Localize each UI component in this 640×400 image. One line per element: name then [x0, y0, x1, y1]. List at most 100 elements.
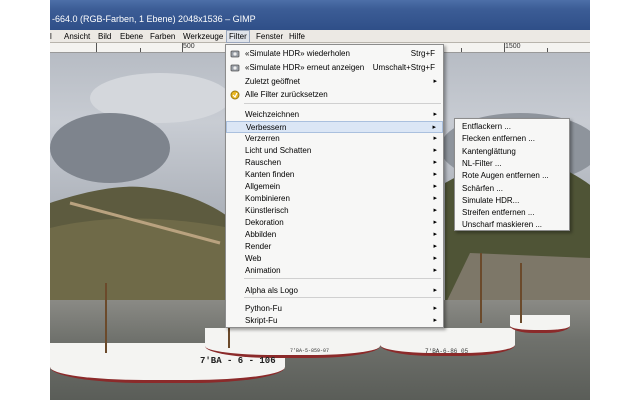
submenu-arrow-icon: ▸ — [433, 135, 437, 142]
filter-menu-label: Zuletzt geöffnet — [245, 77, 300, 86]
filter-menu-item-python-fu[interactable]: Python-Fu ▸ — [226, 303, 443, 315]
filter-menu-label: Alpha als Logo — [245, 286, 298, 295]
filter-menu-item-kunstlerisch[interactable]: Künstlerisch ▸ — [226, 205, 443, 217]
submenu-arrow-icon: ▸ — [433, 207, 437, 214]
submenu-item-label: Entflackern ... — [462, 122, 511, 131]
filter-menu-label: Kombinieren — [245, 194, 290, 203]
submenu-item-entflackern[interactable]: Entflackern ... — [455, 121, 569, 133]
filter-menu-item-alpha-als-logo[interactable]: Alpha als Logo ▸ — [226, 285, 443, 297]
submenu-arrow-icon: ▸ — [433, 267, 437, 274]
filter-menu-item-simulate-hdr-erneut-anzeigen[interactable]: «Simulate HDR» erneut anzeigen Umschalt+S… — [226, 62, 443, 74]
shortcut-label: Strg+F — [410, 49, 435, 58]
filter-menu-item-kanten-finden[interactable]: Kanten finden ▸ — [226, 169, 443, 181]
submenu-arrow-icon: ▸ — [433, 305, 437, 312]
menu-separator — [244, 297, 441, 298]
submenu-item-label: Kantenglättung — [462, 146, 516, 156]
menu-separator — [244, 278, 441, 279]
submenu-arrow-icon: ▸ — [433, 243, 437, 250]
filter-menu-label: «Simulate HDR» erneut anzeigen — [245, 63, 365, 72]
menu-werkzeuge[interactable]: Werkzeuge — [183, 32, 223, 41]
filter-menu-label: Weichzeichnen — [245, 110, 300, 119]
submenu-item-flecken-entfernen[interactable]: Flecken entfernen ... — [455, 133, 569, 145]
reshow-icon — [230, 63, 240, 73]
submenu-arrow-icon: ▸ — [433, 159, 437, 166]
filter-menu-label: Alle Filter zurücksetzen — [245, 90, 328, 99]
filter-menu-item-zuletzt-geoffnet[interactable]: Zuletzt geöffnet ▸ — [226, 76, 443, 88]
submenu-item-streifen-entfernen[interactable]: Streifen entfernen ... — [455, 207, 569, 219]
title-bar: -664.0 (RGB-Farben, 1 Ebene) 2048x1536 –… — [50, 0, 590, 30]
filter-menu-item-allgemein[interactable]: Allgemein ▸ — [226, 181, 443, 193]
submenu-item-label: Rote Augen entfernen ... — [462, 171, 549, 181]
filter-menu-label: Dekoration — [245, 218, 284, 227]
menu-separator — [244, 103, 441, 104]
menu-ansicht[interactable]: Ansicht — [64, 32, 90, 41]
filter-menu-label: Kanten finden — [245, 170, 295, 179]
menu-partial[interactable]: l — [50, 32, 52, 41]
menu-fenster[interactable]: Fenster — [256, 32, 283, 41]
filter-menu-item-kombinieren[interactable]: Kombinieren ▸ — [226, 193, 443, 205]
filter-menu-item-abbilden[interactable]: Abbilden ▸ — [226, 229, 443, 241]
submenu-item-label: Schärfen ... — [462, 183, 503, 193]
submenu-arrow-icon: ▸ — [433, 171, 437, 178]
filter-menu-label: Verbessern — [246, 123, 287, 132]
submenu-arrow-icon: ▸ — [433, 111, 437, 118]
filter-menu-item-skript-fu[interactable]: Skript-Fu ▸ — [226, 315, 443, 327]
ruler-mark-500: 500 — [183, 43, 195, 50]
filter-menu-item-dekoration[interactable]: Dekoration ▸ — [226, 217, 443, 229]
filter-menu-label: Rauschen — [245, 158, 282, 167]
submenu-item-label: Unscharf maskieren ... — [462, 220, 543, 230]
filter-menu-label: Künstlerisch — [245, 206, 289, 215]
submenu-arrow-icon: ▸ — [433, 195, 437, 202]
repeat-icon — [230, 49, 240, 59]
filter-menu-item-verzerren[interactable]: Verzerren ▸ — [226, 133, 443, 145]
submenu-item-simulate-hdr[interactable]: Simulate HDR... — [455, 195, 569, 207]
window-title: -664.0 (RGB-Farben, 1 Ebene) 2048x1536 –… — [52, 14, 256, 24]
submenu-item-unscharf-maskieren[interactable]: Unscharf maskieren ... — [455, 219, 569, 231]
submenu-item-label: Simulate HDR... — [462, 195, 520, 205]
filter-menu-item-rauschen[interactable]: Rauschen ▸ — [226, 157, 443, 169]
filter-menu-label: Skript-Fu — [245, 316, 278, 325]
menu-farben[interactable]: Farben — [150, 32, 175, 41]
shortcut-label: Umschalt+Strg+F — [372, 63, 435, 72]
filter-menu-item-web[interactable]: Web ▸ — [226, 253, 443, 265]
filter-menu-label: «Simulate HDR» wiederholen — [245, 49, 350, 58]
submenu-item-kantenglattung[interactable]: Kantenglättung — [455, 146, 569, 158]
filter-menu-label: Python-Fu — [245, 304, 282, 313]
filter-menu-item-verbessern[interactable]: Verbessern ▸ — [226, 121, 443, 133]
submenu-item-label: Flecken entfernen ... — [462, 134, 535, 144]
filter-menu-label: Animation — [245, 266, 281, 275]
menu-bild[interactable]: Bild — [98, 32, 111, 41]
submenu-item-label: NL-Filter ... — [462, 158, 502, 168]
filter-menu: «Simulate HDR» wiederholen Strg+F «Simulat… — [225, 44, 444, 328]
menu-bar: l Ansicht Bild Ebene Farben Werkzeuge Fi… — [50, 30, 590, 43]
filter-menu-item-animation[interactable]: Animation ▸ — [226, 265, 443, 277]
filter-menu-label: Allgemein — [245, 182, 281, 191]
submenu-arrow-icon: ▸ — [432, 124, 436, 131]
filter-menu-label: Render — [245, 242, 272, 251]
menu-hilfe[interactable]: Hilfe — [289, 32, 305, 41]
filter-menu-item-alle-filter-zurucksetzen[interactable]: Alle Filter zurücksetzen — [226, 89, 443, 101]
submenu-arrow-icon: ▸ — [433, 255, 437, 262]
submenu-arrow-icon: ▸ — [433, 231, 437, 238]
boat-far-right — [510, 315, 570, 333]
filter-menu-item-render[interactable]: Render ▸ — [226, 241, 443, 253]
submenu-arrow-icon: ▸ — [433, 287, 437, 294]
submenu-arrow-icon: ▸ — [433, 183, 437, 190]
filter-menu-item-licht-und-schatten[interactable]: Licht und Schatten ▸ — [226, 145, 443, 157]
submenu-item-nl-filter[interactable]: NL-Filter ... — [455, 158, 569, 170]
menu-filter[interactable]: Filter — [226, 30, 250, 43]
boat-id-2: 7'BA-5-859-07 — [290, 348, 330, 354]
submenu-arrow-icon: ▸ — [433, 78, 437, 85]
menu-ebene[interactable]: Ebene — [120, 32, 143, 41]
submenu-item-scharfen[interactable]: Schärfen ... — [455, 183, 569, 195]
filter-menu-item-weichzeichnen[interactable]: Weichzeichnen ▸ — [226, 109, 443, 121]
filter-menu-label: Verzerren — [245, 134, 280, 143]
submenu-item-label: Streifen entfernen ... — [462, 208, 535, 218]
submenu-item-rote-augen-entfernen[interactable]: Rote Augen entfernen ... — [455, 170, 569, 182]
ruler-mark-1500: 1500 — [505, 43, 521, 50]
filter-menu-label: Abbilden — [245, 230, 277, 239]
verbessern-submenu: Entflackern ... Flecken entfernen ... Kant… — [454, 118, 570, 231]
boat-id-1: 7'BA - 6 - 106 — [200, 356, 276, 366]
filter-menu-item-simulate-hdr-wiederholen[interactable]: «Simulate HDR» wiederholen Strg+F — [226, 48, 443, 60]
submenu-arrow-icon: ▸ — [433, 147, 437, 154]
